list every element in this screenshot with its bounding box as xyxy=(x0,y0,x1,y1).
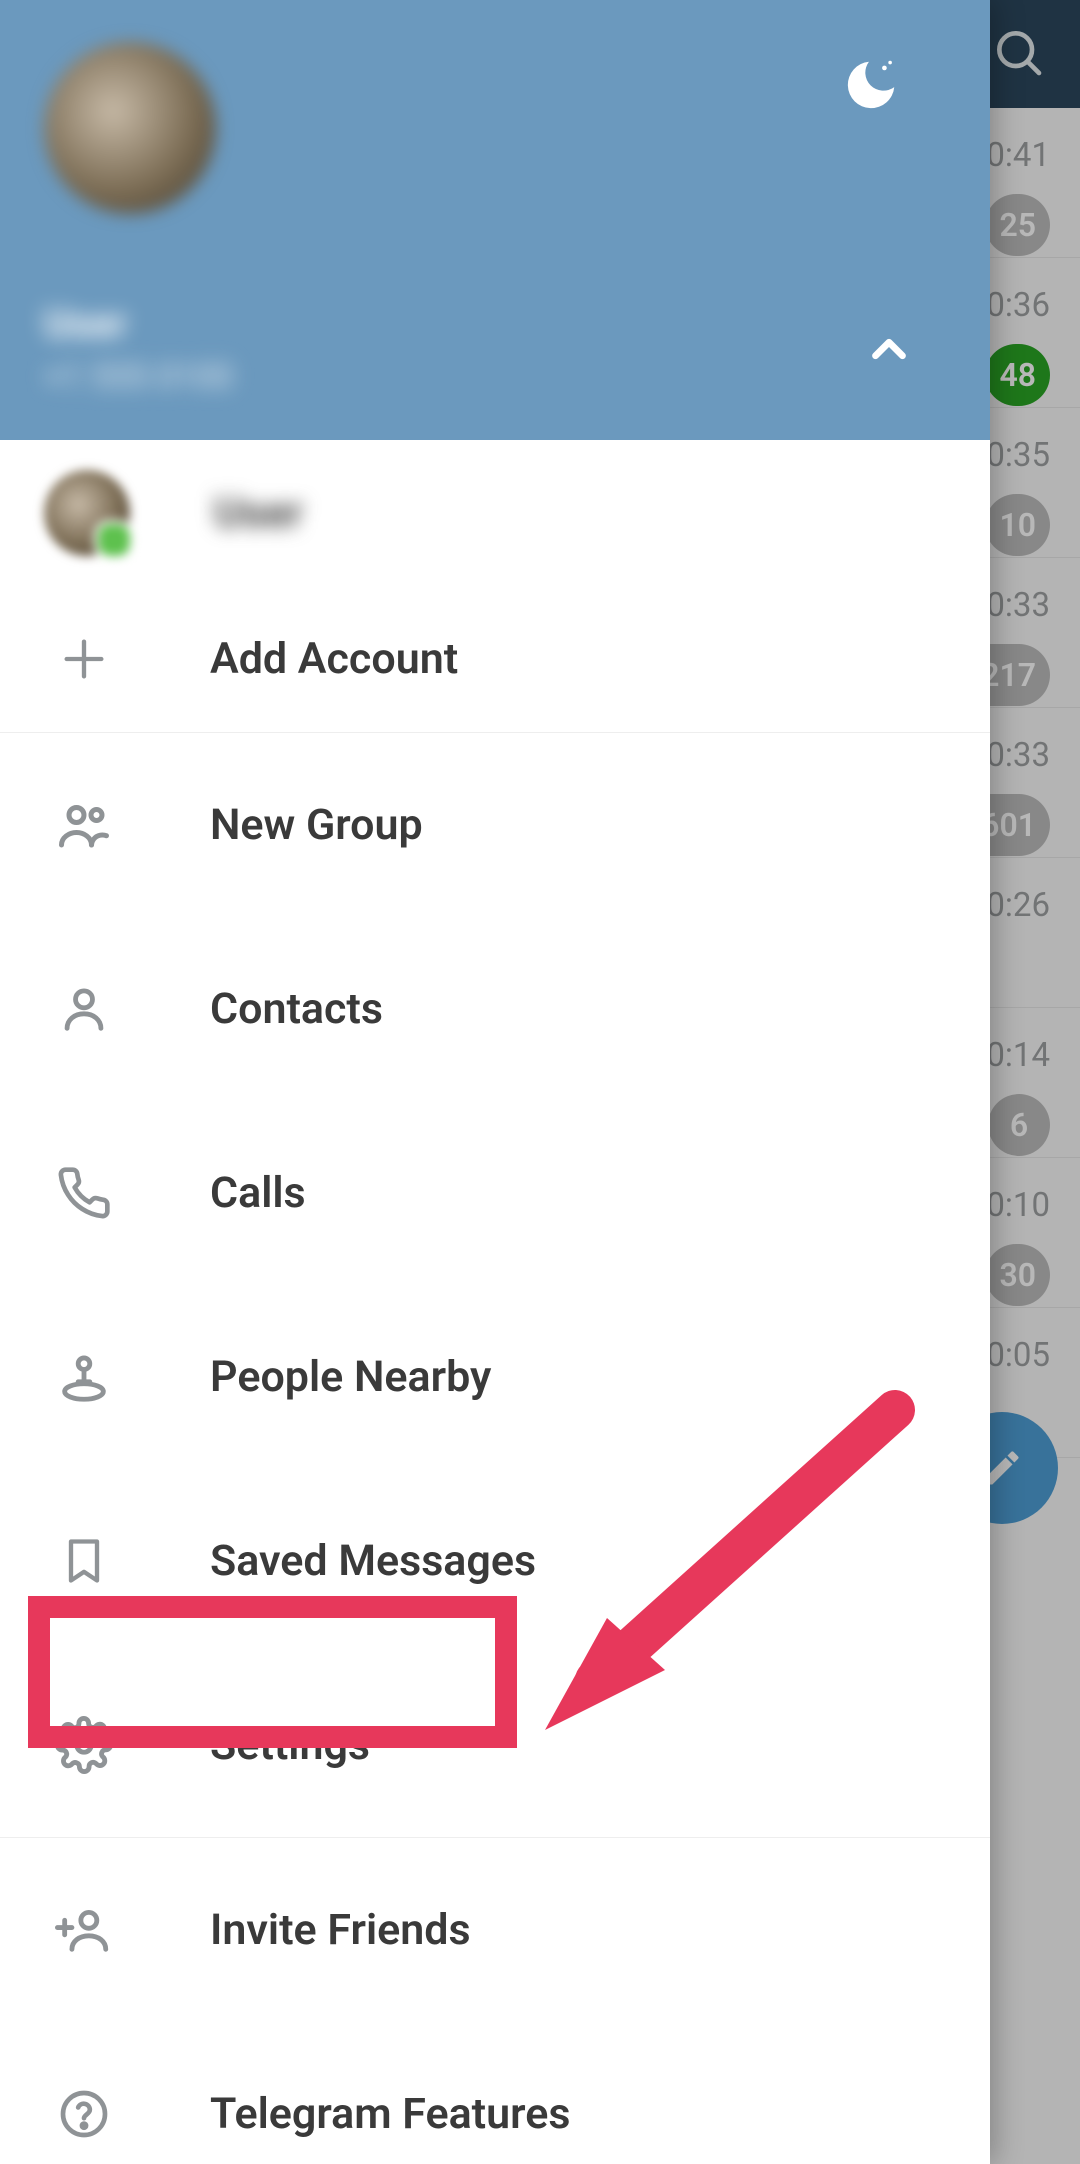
add-account-label: Add Account xyxy=(210,634,458,684)
person-icon xyxy=(44,980,124,1038)
avatar[interactable] xyxy=(44,42,216,214)
menu-calls[interactable]: Calls xyxy=(0,1101,990,1285)
menu-item-label: Telegram Features xyxy=(210,2089,570,2139)
drawer-username: User xyxy=(44,300,870,347)
nearby-icon xyxy=(44,1348,124,1406)
drawer-account-row[interactable]: User xyxy=(0,440,990,586)
menu-telegram-features[interactable]: Telegram Features xyxy=(0,2022,990,2164)
phone-icon xyxy=(44,1165,124,1221)
menu-item-label: People Nearby xyxy=(210,1352,491,1402)
people-icon xyxy=(44,795,124,855)
add-account[interactable]: Add Account xyxy=(0,586,990,732)
drawer-phone: +1 555 0100 xyxy=(44,357,870,397)
annotation-arrow-icon xyxy=(525,1370,945,1790)
annotation-highlight xyxy=(28,1596,517,1748)
mini-avatar xyxy=(44,470,130,556)
plus-icon xyxy=(44,633,124,685)
drawer-user-block[interactable]: User +1 555 0100 xyxy=(44,300,870,397)
chevron-up-icon[interactable] xyxy=(862,322,916,380)
menu-item-label: Calls xyxy=(210,1168,306,1218)
menu-item-label: Saved Messages xyxy=(210,1536,536,1586)
menu-item-label: Invite Friends xyxy=(210,1905,471,1955)
help-icon xyxy=(44,2086,124,2142)
bookmark-icon xyxy=(44,1535,124,1587)
menu-item-label: New Group xyxy=(210,800,423,850)
drawer-header: User +1 555 0100 xyxy=(0,0,990,440)
menu-contacts[interactable]: Contacts xyxy=(0,917,990,1101)
menu-invite-friends[interactable]: Invite Friends xyxy=(0,1838,990,2022)
nav-drawer: User +1 555 0100 User Add Account New Gr… xyxy=(0,0,990,2164)
moon-icon[interactable] xyxy=(840,54,902,120)
person-add-icon xyxy=(44,1901,124,1959)
drawer-account-name: User xyxy=(214,488,303,538)
menu-item-label: Contacts xyxy=(210,984,383,1034)
menu-new-group[interactable]: New Group xyxy=(0,733,990,917)
